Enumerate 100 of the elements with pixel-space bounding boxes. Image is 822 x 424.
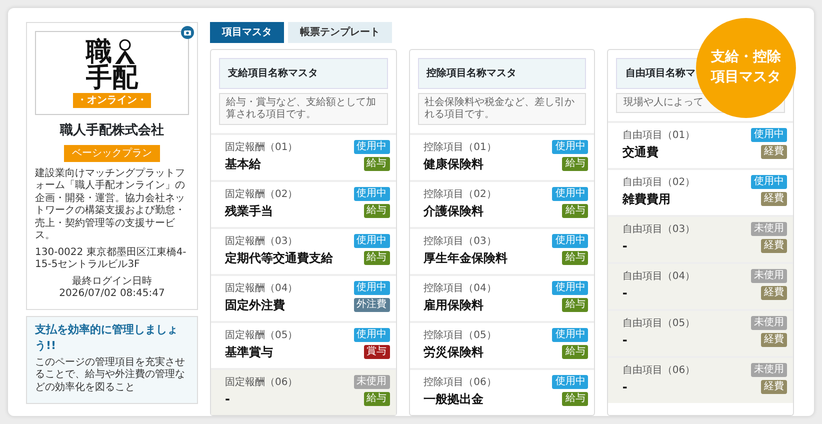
status-badge: 使用中 bbox=[751, 175, 788, 189]
status-badge: 使用中 bbox=[354, 187, 390, 201]
tip-text: このページの管理項目を充実させることで、給与や外注費の管理などの効率化を図ること bbox=[35, 356, 186, 394]
item-label: 自由項目（03） bbox=[622, 222, 696, 237]
category-badge: 給与 bbox=[364, 204, 390, 218]
item-name: 定期代等交通費支給 bbox=[225, 250, 333, 267]
category-badge: 経費 bbox=[761, 192, 788, 206]
item-row[interactable]: 自由項目（06） - 未使用 経費 bbox=[608, 356, 794, 403]
item-row[interactable]: 固定報酬（02） 残業手当 使用中 給与 bbox=[211, 180, 396, 227]
item-row[interactable]: 固定報酬（06） - 未使用 給与 bbox=[211, 368, 396, 415]
item-name: - bbox=[622, 285, 628, 302]
item-name: 介護保険料 bbox=[424, 203, 485, 220]
item-row[interactable]: 固定報酬（03） 定期代等交通費支給 使用中 給与 bbox=[211, 227, 396, 274]
item-row[interactable]: 固定報酬（01） 基本給 使用中 給与 bbox=[211, 133, 396, 180]
category-badge: 経費 bbox=[761, 239, 788, 253]
company-name: 職人手配株式会社 bbox=[58, 122, 165, 140]
plan-badge: ベーシックプラン bbox=[64, 144, 160, 162]
item-label: 自由項目（01） bbox=[622, 128, 696, 143]
item-name: 労災保険料 bbox=[424, 344, 485, 361]
status-badge: 未使用 bbox=[354, 375, 390, 389]
category-badge: 給与 bbox=[364, 392, 390, 406]
status-badge: 使用中 bbox=[354, 281, 390, 295]
category-badge: 給与 bbox=[562, 392, 588, 406]
category-badge: 給与 bbox=[562, 345, 588, 359]
item-label: 控除項目（06） bbox=[424, 376, 496, 390]
status-badge: 使用中 bbox=[552, 187, 588, 201]
item-row[interactable]: 控除項目（06） 一般拠出金 使用中 給与 bbox=[410, 368, 594, 415]
category-badge: 給与 bbox=[364, 251, 390, 265]
category-badge: 経費 bbox=[761, 286, 788, 300]
item-label: 固定報酬（02） bbox=[225, 188, 298, 202]
item-name: 厚生年金保険料 bbox=[424, 250, 508, 267]
status-badge: 使用中 bbox=[354, 328, 390, 342]
item-name: 基準賞与 bbox=[225, 344, 274, 361]
category-badge: 給与 bbox=[562, 298, 588, 312]
status-badge: 未使用 bbox=[751, 316, 788, 330]
column-description: 給与・賞与など、支給額として加算される項目です。 bbox=[219, 93, 388, 125]
item-name: 一般拠出金 bbox=[424, 391, 485, 408]
item-name: - bbox=[622, 379, 628, 396]
item-row[interactable]: 控除項目（02） 介護保険料 使用中 給与 bbox=[410, 180, 594, 227]
column-title: 控除項目名称マスタ bbox=[418, 58, 586, 89]
item-label: 自由項目（04） bbox=[622, 270, 696, 284]
tab[interactable]: 項目マスタ bbox=[210, 22, 284, 43]
logo-text: 手配 bbox=[86, 64, 138, 90]
logo-band: ・オンライン・ bbox=[73, 92, 151, 108]
status-badge: 使用中 bbox=[751, 128, 788, 142]
item-name: 基本給 bbox=[225, 156, 262, 173]
camera-icon[interactable] bbox=[181, 26, 194, 39]
column-title: 支給項目名称マスタ bbox=[219, 58, 388, 89]
item-row[interactable]: 控除項目（01） 健康保険料 使用中 給与 bbox=[410, 133, 594, 180]
company-address: 130-0022 東京都墨田区江東橋4-15-5セントラルビル3F bbox=[35, 246, 188, 272]
tab[interactable]: 帳票テンプレート bbox=[288, 22, 392, 43]
category-badge: 給与 bbox=[364, 157, 390, 171]
item-name: 健康保険料 bbox=[424, 156, 485, 173]
category-badge: 経費 bbox=[761, 380, 788, 394]
item-label: 控除項目（03） bbox=[424, 235, 498, 249]
category-badge: 給与 bbox=[562, 251, 588, 265]
item-name: 雑費費用 bbox=[622, 191, 672, 208]
item-row[interactable]: 控除項目（05） 労災保険料 使用中 給与 bbox=[410, 321, 594, 368]
item-label: 固定報酬（04） bbox=[225, 282, 298, 296]
item-row[interactable]: 自由項目（04） - 未使用 経費 bbox=[608, 262, 794, 309]
status-badge: 未使用 bbox=[751, 222, 788, 236]
status-badge: 使用中 bbox=[552, 234, 588, 248]
item-label: 固定報酬（05） bbox=[225, 328, 298, 343]
status-badge: 使用中 bbox=[552, 375, 588, 389]
item-label: 固定報酬（06） bbox=[225, 376, 298, 390]
status-badge: 使用中 bbox=[552, 140, 588, 154]
item-row[interactable]: 自由項目（05） - 未使用 経費 bbox=[608, 309, 794, 356]
category-badge: 給与 bbox=[562, 157, 588, 171]
item-label: 控除項目（05） bbox=[424, 329, 496, 343]
item-row[interactable]: 固定報酬（04） 固定外注費 使用中 外注費 bbox=[211, 274, 396, 321]
item-name: 交通費 bbox=[622, 144, 660, 161]
item-label: 固定報酬（03） bbox=[225, 234, 299, 249]
last-login-label: 最終ログイン日時 bbox=[71, 276, 153, 288]
item-row[interactable]: 控除項目（03） 厚生年金保険料 使用中 給与 bbox=[410, 227, 594, 274]
company-description: 建設業向けマッチングプラットフォーム「職人手配オンライン」の企画・開発・運営。協力会社ネットワークの構築支援および勤怠・売上・契約管理等の支援サービス。 bbox=[35, 168, 186, 242]
item-name: 固定外注費 bbox=[225, 297, 286, 314]
item-label: 固定報酬（01） bbox=[225, 140, 298, 155]
item-label: 自由項目（05） bbox=[622, 316, 696, 331]
status-badge: 使用中 bbox=[354, 234, 390, 248]
item-row[interactable]: 自由項目（01） 交通費 使用中 経費 bbox=[608, 121, 794, 168]
item-row[interactable]: 自由項目（03） - 未使用 経費 bbox=[608, 215, 794, 262]
column-description: 社会保険料や税金など、差し引かれる項目です。 bbox=[418, 93, 586, 125]
item-name: - bbox=[622, 332, 628, 349]
item-row[interactable]: 控除項目（04） 雇用保険料 使用中 給与 bbox=[410, 274, 594, 321]
item-name: - bbox=[225, 391, 231, 408]
status-badge: 未使用 bbox=[751, 269, 788, 283]
item-label: 控除項目（02） bbox=[424, 188, 496, 202]
category-badge: 賞与 bbox=[364, 345, 390, 359]
last-login-time: 2026/07/02 08:45:47 bbox=[58, 288, 166, 300]
status-badge: 未使用 bbox=[751, 363, 788, 377]
status-badge: 使用中 bbox=[552, 281, 588, 295]
tip-title: 支払を効率的に管理しましょう!! bbox=[35, 322, 179, 354]
logo-text: 職 bbox=[86, 38, 112, 64]
category-badge: 経費 bbox=[761, 333, 788, 347]
item-label: 控除項目（01） bbox=[424, 141, 496, 155]
item-name: 残業手当 bbox=[225, 203, 274, 220]
figure-icon bbox=[112, 38, 138, 64]
item-name: 雇用保険料 bbox=[424, 297, 485, 314]
category-badge: 経費 bbox=[761, 145, 788, 159]
category-badge: 給与 bbox=[562, 204, 588, 218]
